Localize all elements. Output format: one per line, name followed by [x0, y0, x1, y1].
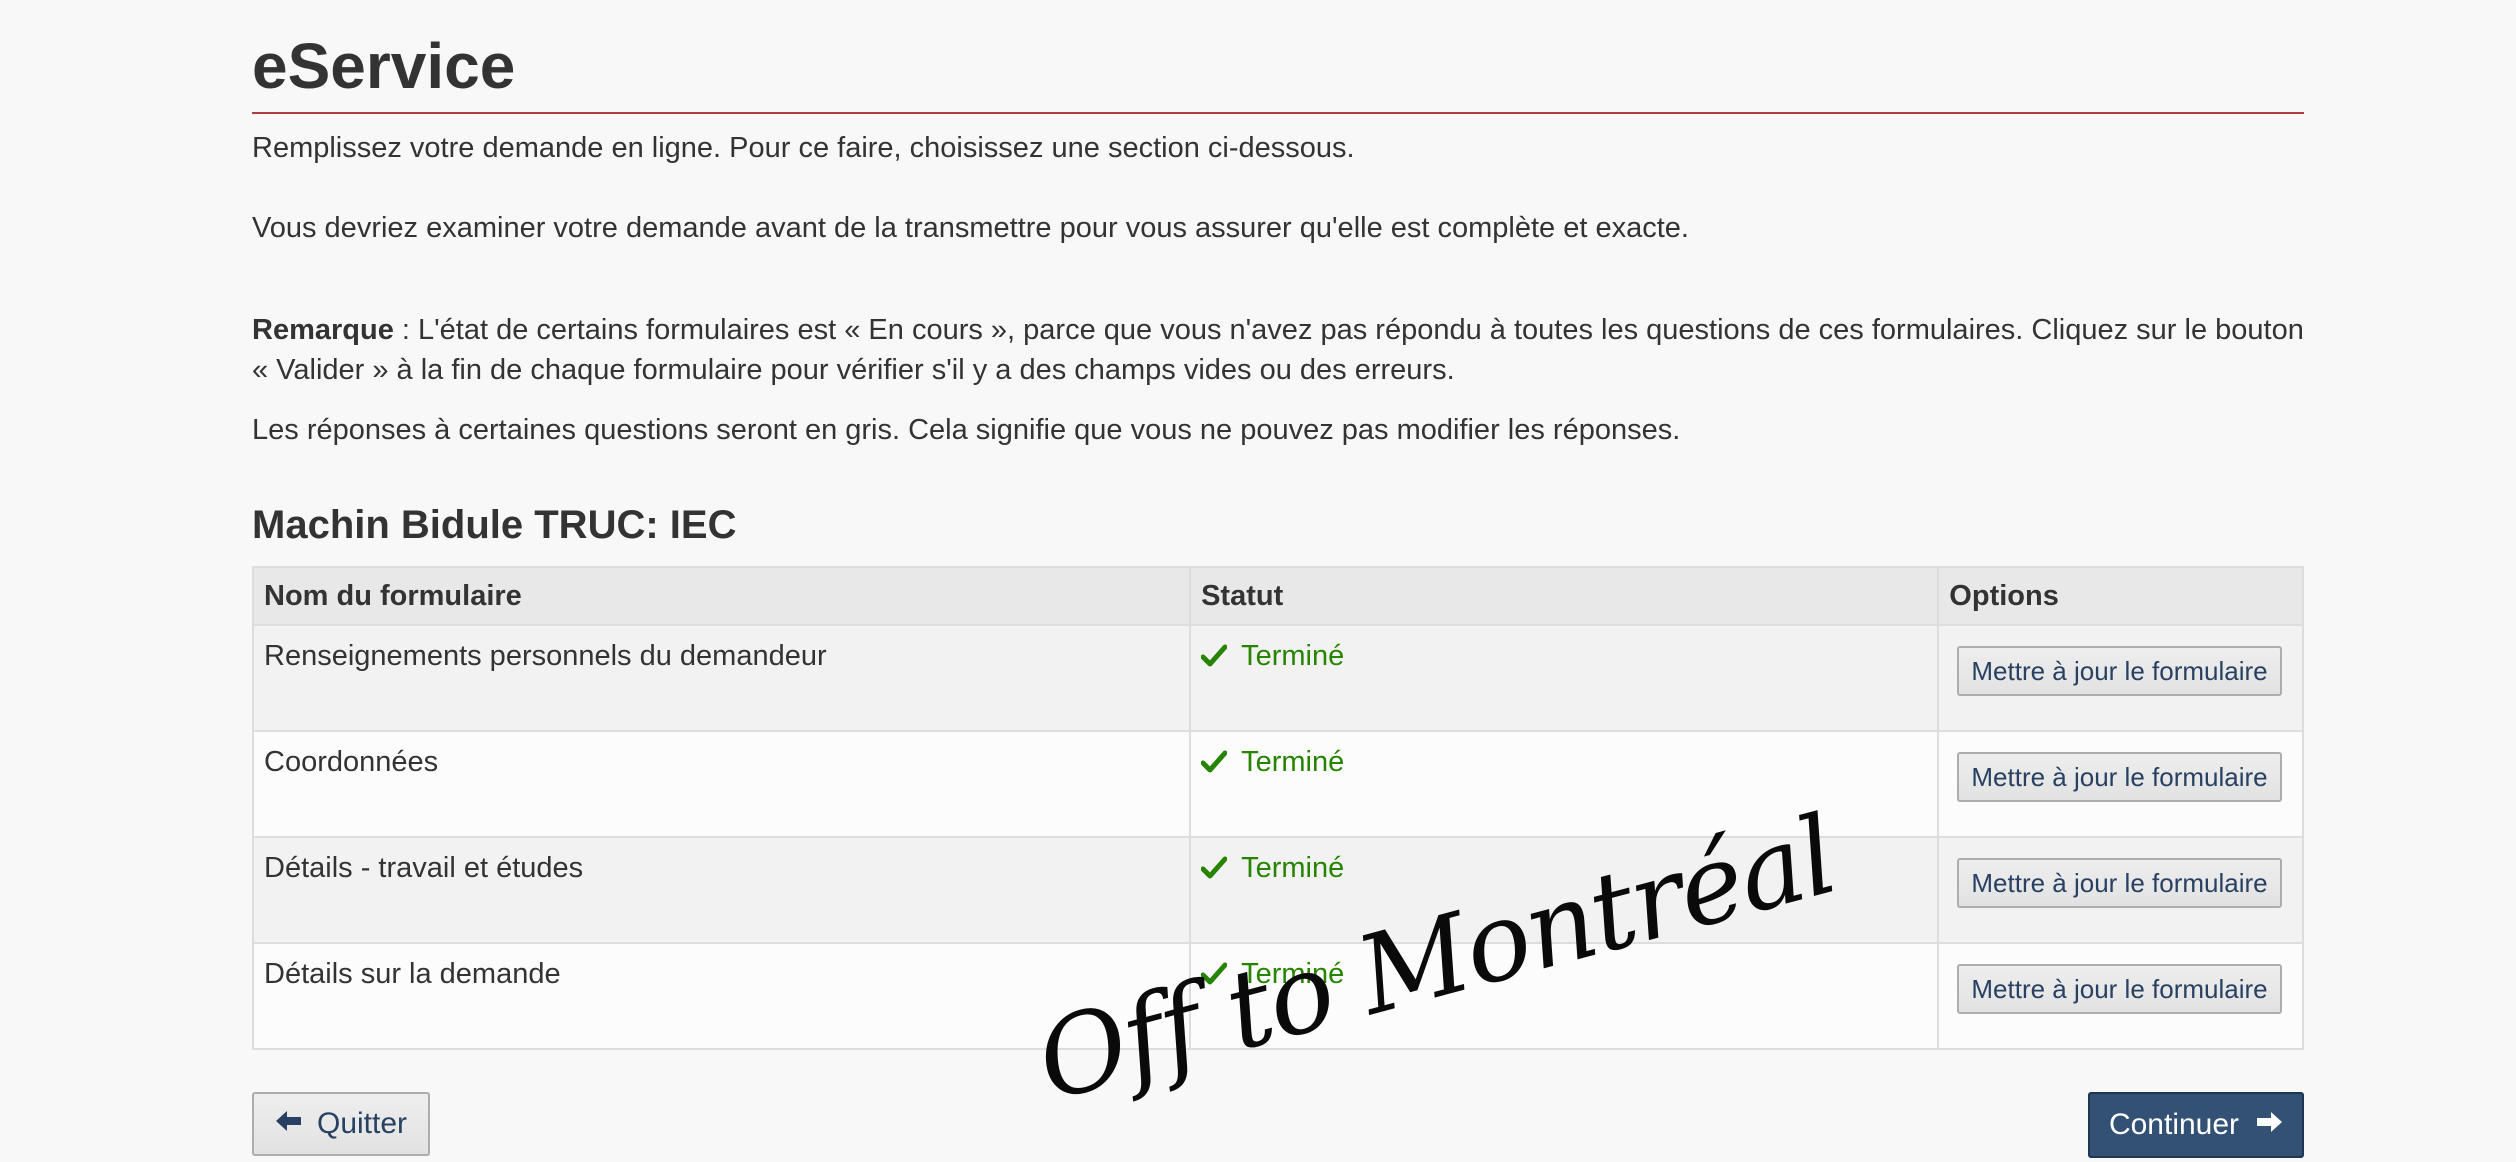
arrow-left-icon	[275, 1107, 303, 1141]
update-form-button[interactable]: Mettre à jour le formulaire	[1957, 752, 2282, 802]
title-divider	[252, 112, 2304, 114]
continue-label: Continuer	[2108, 1108, 2240, 1141]
quit-label: Quitter	[316, 1107, 408, 1140]
status-cell: Terminé	[1189, 942, 1940, 1050]
section-title: Machin Bidule TRUC: IEC	[252, 503, 737, 547]
form-name-cell: Coordonnées	[251, 730, 1192, 838]
status-cell: Terminé	[1189, 730, 1940, 838]
table-row: Détails sur la demande Terminé Mettre à …	[251, 942, 2304, 1050]
intro-line-2: Vous devriez examiner votre demande avan…	[252, 212, 1689, 244]
status-cell: Terminé	[1189, 836, 1940, 944]
checkmark-icon	[1201, 856, 1228, 880]
forms-table: Nom du formulaire Statut Options Renseig…	[251, 566, 2304, 1050]
main-content: eService Remplissez votre demande en lig…	[251, 0, 2304, 1162]
intro-line-4: Les réponses à certaines questions seron…	[252, 414, 1681, 446]
status-label: Terminé	[1241, 958, 1345, 990]
table-row: Coordonnées Terminé Mettre à jour le for…	[251, 730, 2304, 838]
header-status: Statut	[1189, 566, 1940, 626]
table-row: Renseignements personnels du demandeur T…	[251, 624, 2304, 732]
continue-button[interactable]: Continuer	[2088, 1092, 2304, 1158]
form-name-cell: Renseignements personnels du demandeur	[251, 624, 1192, 732]
header-options: Options	[1937, 566, 2304, 626]
form-name-cell: Détails sur la demande	[251, 942, 1192, 1050]
page-title: eService	[252, 30, 516, 102]
arrow-right-icon	[2255, 1108, 2283, 1142]
options-cell: Mettre à jour le formulaire	[1937, 730, 2304, 838]
table-header-row: Nom du formulaire Statut Options	[251, 566, 2304, 626]
status-badge: Terminé	[1201, 956, 1344, 992]
header-form-name: Nom du formulaire	[251, 566, 1192, 626]
quit-button[interactable]: Quitter	[252, 1092, 430, 1156]
note-paragraph: Remarque : L'état de certains formulaire…	[252, 310, 2304, 390]
status-cell: Terminé	[1189, 624, 1940, 732]
status-badge: Terminé	[1201, 850, 1344, 886]
status-badge: Terminé	[1201, 744, 1344, 780]
checkmark-icon	[1201, 750, 1228, 774]
status-label: Terminé	[1241, 852, 1345, 884]
note-label: Remarque	[252, 314, 394, 346]
checkmark-icon	[1201, 962, 1228, 986]
update-form-button[interactable]: Mettre à jour le formulaire	[1957, 646, 2282, 696]
note-text: : L'état de certains formulaires est « E…	[252, 314, 2304, 386]
options-cell: Mettre à jour le formulaire	[1937, 942, 2304, 1050]
status-label: Terminé	[1241, 746, 1345, 778]
form-name-cell: Détails - travail et études	[251, 836, 1192, 944]
update-form-button[interactable]: Mettre à jour le formulaire	[1957, 964, 2282, 1014]
options-cell: Mettre à jour le formulaire	[1937, 624, 2304, 732]
status-badge: Terminé	[1201, 638, 1344, 674]
options-cell: Mettre à jour le formulaire	[1937, 836, 2304, 944]
table-row: Détails - travail et études Terminé Mett…	[251, 836, 2304, 944]
status-label: Terminé	[1241, 640, 1345, 672]
intro-line-1: Remplissez votre demande en ligne. Pour …	[252, 132, 1355, 164]
checkmark-icon	[1201, 644, 1228, 668]
update-form-button[interactable]: Mettre à jour le formulaire	[1957, 858, 2282, 908]
